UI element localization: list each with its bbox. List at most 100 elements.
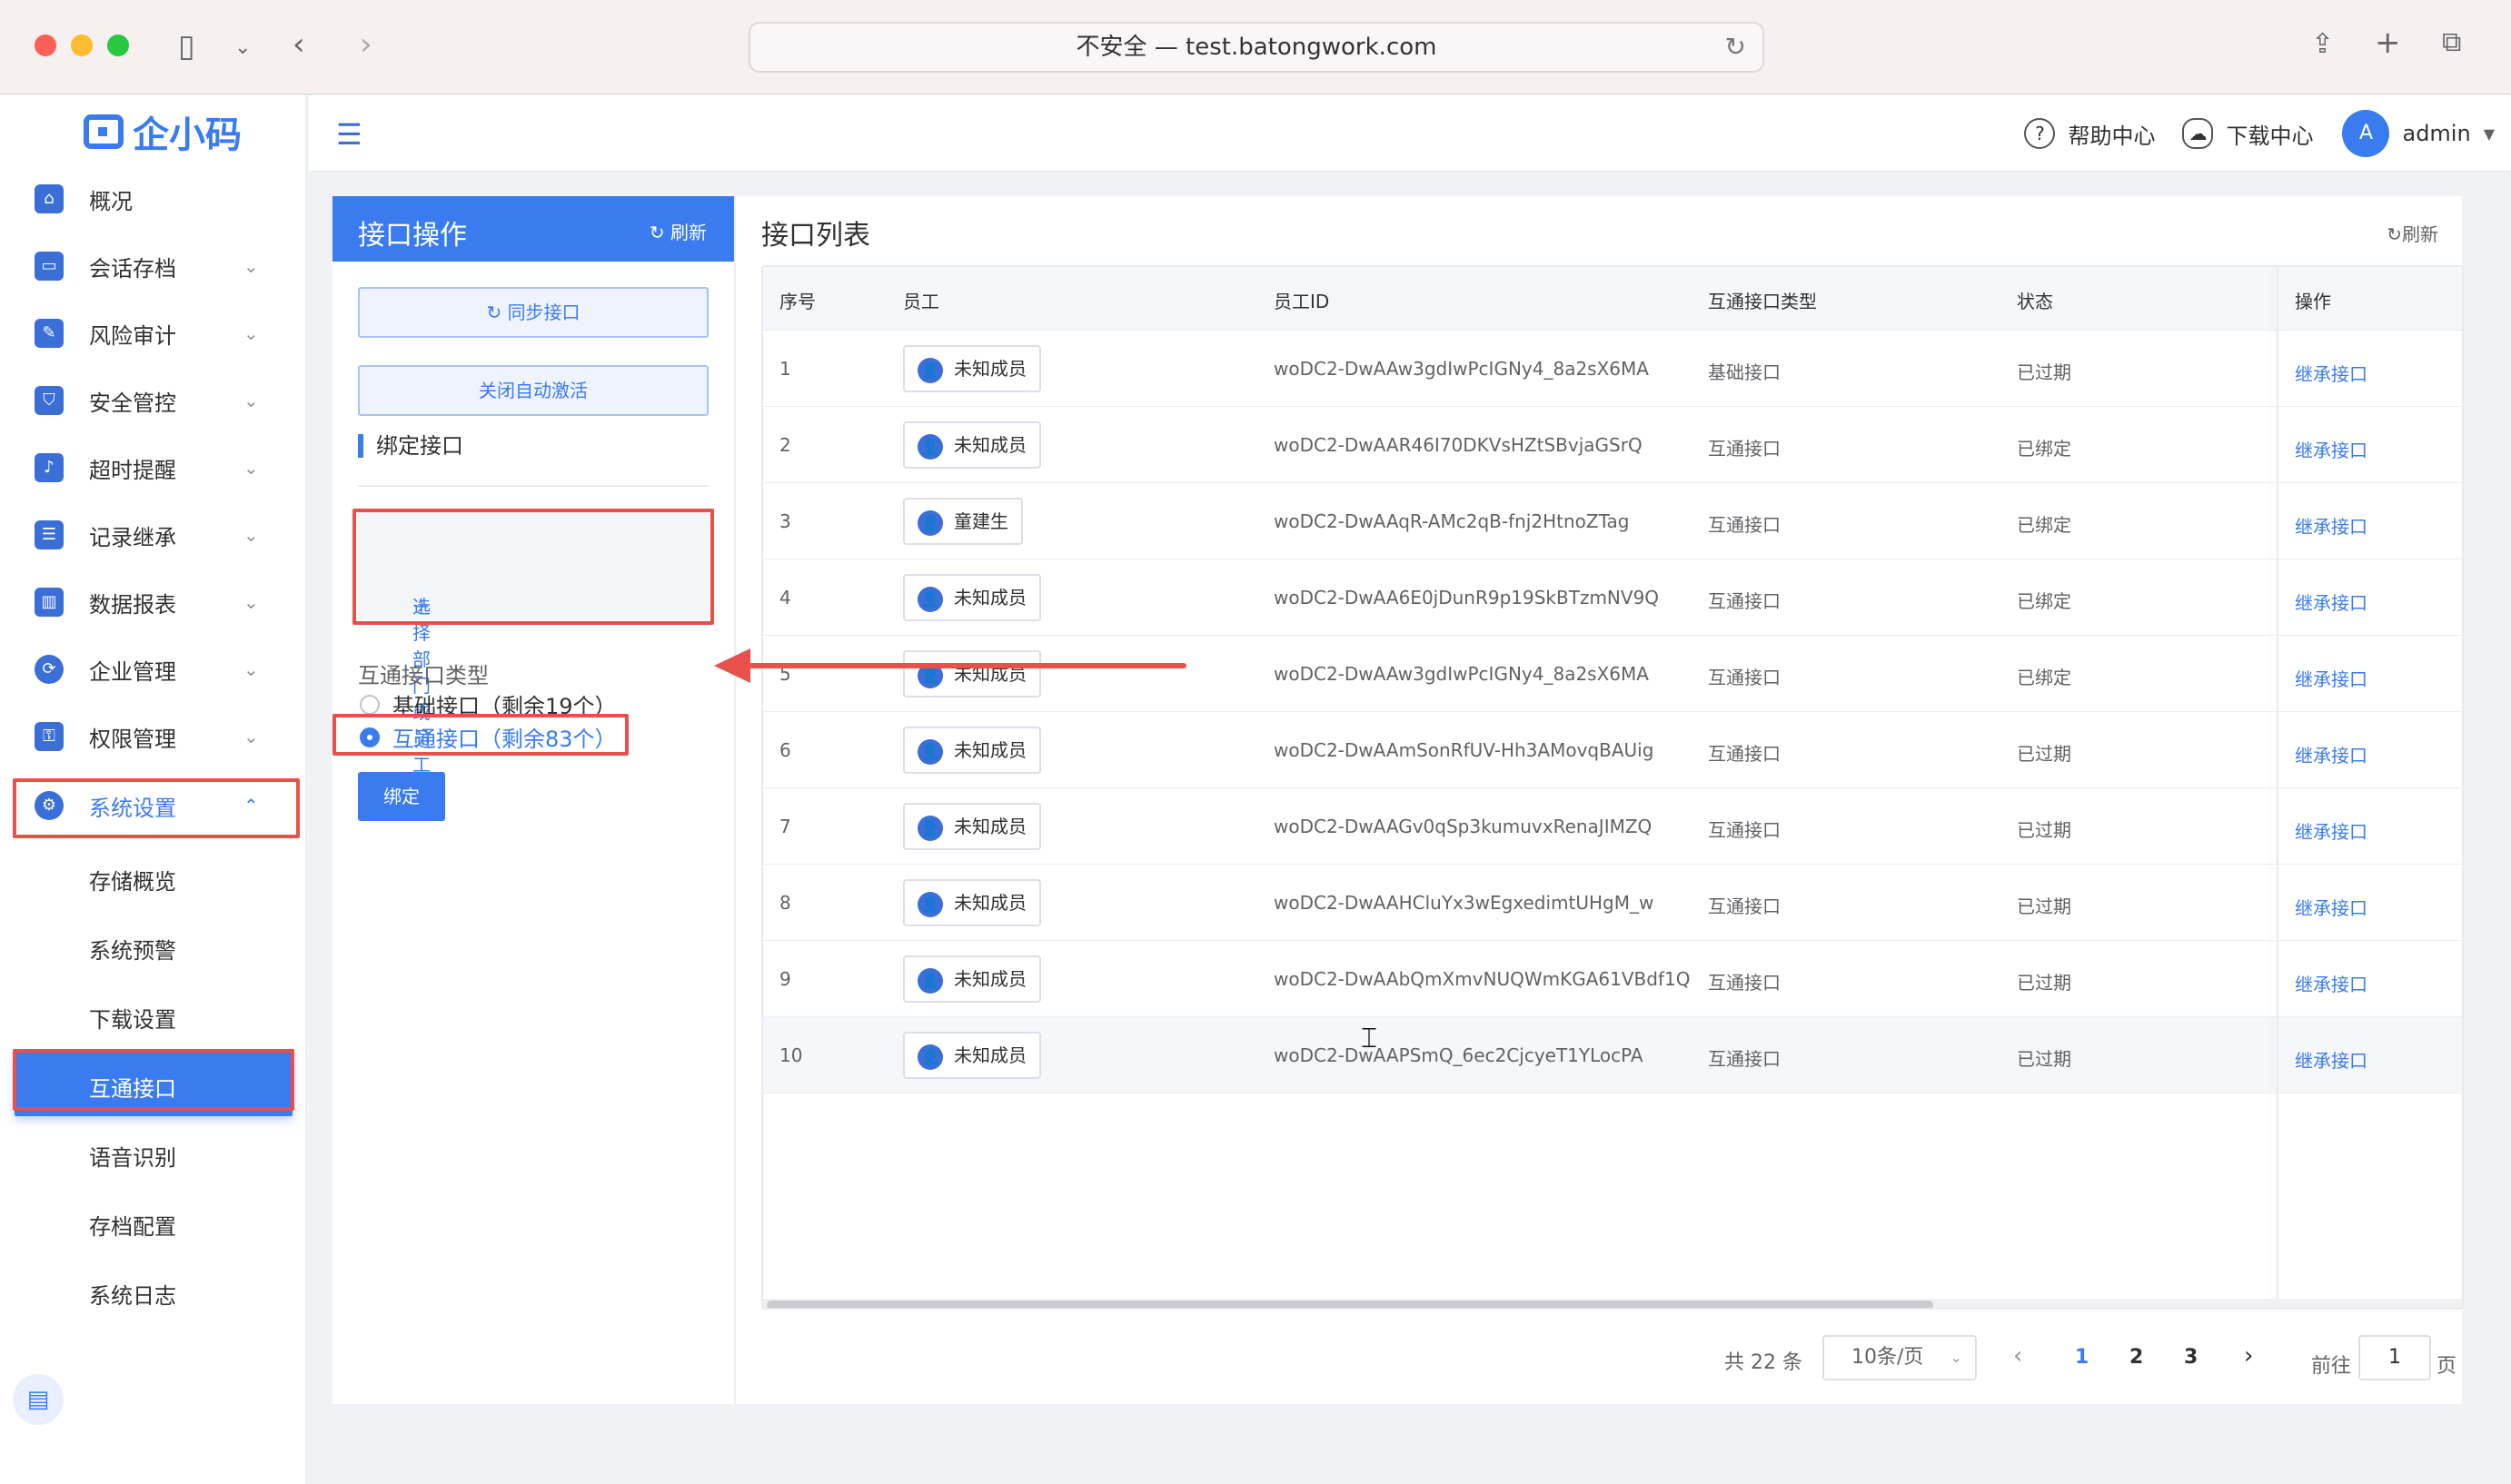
help-icon[interactable]: ? bbox=[2024, 118, 2056, 149]
page-2[interactable]: 2 bbox=[2129, 1346, 2143, 1369]
page-3[interactable]: 3 bbox=[2184, 1346, 2198, 1369]
employee-id: woDC2-DwAAHCluYx3wEgxedimtUHgM_w bbox=[1274, 892, 1654, 914]
employee-tag[interactable]: 👤 未知成员 bbox=[903, 803, 1041, 850]
inherit-interface-link[interactable]: 继承接口 bbox=[2295, 360, 2367, 386]
close-auto-activate-button[interactable]: 关闭自动激活 bbox=[358, 365, 709, 416]
table-row: 7 👤 未知成员 woDC2-DwAAGv0qSp3kumuvxRenaJIMZQ 互通… bbox=[763, 788, 2462, 865]
user-icon: 👤 bbox=[918, 1044, 943, 1070]
back-icon[interactable]: ‹ bbox=[293, 29, 305, 60]
page-size-select[interactable]: 10条/页 ⌄ bbox=[1822, 1335, 1977, 1380]
sidebar-item-security[interactable]: ⛉ 安全管控 ⌄ bbox=[0, 368, 307, 433]
address-bar[interactable]: 不安全 — test.batongwork.com ↻ bbox=[749, 22, 1764, 73]
list-refresh-button[interactable]: ↻刷新 bbox=[2387, 220, 2438, 246]
panel-title: 接口操作 bbox=[358, 220, 467, 252]
employee-tag[interactable]: 👤 未知成员 bbox=[903, 727, 1041, 774]
bind-button[interactable]: 绑定 bbox=[358, 772, 445, 821]
close-window-button[interactable] bbox=[35, 35, 56, 56]
employee-tag[interactable]: 👤 未知成员 bbox=[903, 879, 1041, 926]
sidebar-sub-archive-config[interactable]: 存档配置 bbox=[15, 1191, 293, 1254]
sidebar-toggle-icon[interactable]: ▯ bbox=[178, 31, 195, 62]
fixed-column-divider bbox=[2277, 267, 2278, 1308]
divider bbox=[358, 485, 709, 487]
horizontal-scrollbar[interactable] bbox=[763, 1299, 2462, 1308]
sidebar-item-settings[interactable]: ⚙ 系统设置 ⌃ bbox=[0, 773, 307, 838]
share-icon[interactable]: ⇪ bbox=[2311, 29, 2334, 60]
sidebar-sub-download-settings[interactable]: 下载设置 bbox=[15, 984, 293, 1047]
goto-page-input[interactable]: 1 bbox=[2358, 1335, 2431, 1380]
document-icon[interactable]: ▤ bbox=[13, 1374, 64, 1425]
employee-id: woDC2-DwAAbQmXmvNUQWmKGA61VBdf1Q bbox=[1274, 968, 1691, 990]
sidebar-item-inherit[interactable]: ☰ 记录继承 ⌄ bbox=[0, 502, 307, 568]
inherit-interface-link[interactable]: 继承接口 bbox=[2295, 665, 2367, 691]
radio-circle-checked[interactable] bbox=[360, 727, 380, 747]
employee-id: woDC2-DwAAw3gdIwPcIGNy4_8a2sX6MA bbox=[1274, 358, 1649, 380]
employee-tag[interactable]: 👤 未知成员 bbox=[903, 574, 1041, 621]
reload-icon[interactable]: ↻ bbox=[1725, 24, 1746, 71]
employee-tag[interactable]: 👤 未知成员 bbox=[903, 345, 1041, 392]
minimize-window-button[interactable] bbox=[71, 35, 93, 56]
sidebar-item-permission[interactable]: ⚿ 权限管理 ⌄ bbox=[0, 704, 307, 769]
inherit-interface-link[interactable]: 继承接口 bbox=[2295, 894, 2367, 920]
prev-page-icon[interactable]: ‹ bbox=[2013, 1342, 2022, 1370]
inherit-interface-link[interactable]: 继承接口 bbox=[2295, 817, 2367, 844]
logo-text: 企小码 bbox=[133, 114, 242, 156]
employee-tag[interactable]: 👤 未知成员 bbox=[903, 955, 1041, 1003]
employee-tag[interactable]: 👤 未知成员 bbox=[903, 650, 1041, 697]
col-no: 序号 bbox=[779, 291, 816, 312]
interface-list-panel: 接口列表 ↻刷新 序号 员工 员工ID 互通接口类型 状态 操作 1 👤 未知成员 w… bbox=[734, 196, 2464, 1404]
sidebar-item-archive[interactable]: ▭ 会话存档 ⌄ bbox=[0, 233, 307, 299]
sidebar-item-enterprise[interactable]: ⟳ 企业管理 ⌄ bbox=[0, 637, 307, 702]
sidebar-sub-system-log[interactable]: 系统日志 bbox=[15, 1260, 293, 1323]
forward-icon[interactable]: › bbox=[360, 29, 372, 60]
employee-tag[interactable]: 👤 未知成员 bbox=[903, 1032, 1041, 1079]
inherit-interface-link[interactable]: 继承接口 bbox=[2295, 1046, 2367, 1073]
sidebar-item-audit[interactable]: ✎ 风险审计 ⌄ bbox=[0, 301, 307, 366]
status: 已过期 bbox=[2017, 1048, 2071, 1070]
chevron-up-icon: ⌃ bbox=[243, 795, 259, 816]
row-no: 9 bbox=[779, 968, 791, 990]
sidebar-sub-speech-recognition[interactable]: 语音识别 bbox=[15, 1122, 293, 1185]
chevron-down-icon[interactable]: ⌄ bbox=[234, 33, 251, 64]
row-no: 3 bbox=[779, 510, 791, 532]
radio-interop-interface[interactable]: 互通接口（剩余83个） bbox=[360, 721, 617, 753]
table-row: 9 👤 未知成员 woDC2-DwAAbQmXmvNUQWmKGA61VBdf1Q 互通… bbox=[763, 941, 2462, 1017]
download-center-link[interactable]: 下载中心 bbox=[2226, 118, 2313, 150]
employee-tag[interactable]: 👤 未知成员 bbox=[903, 421, 1041, 469]
sync-interface-button[interactable]: ↻ 同步接口 bbox=[358, 287, 709, 338]
sidebar-item-timeout[interactable]: ♪ 超时提醒 ⌄ bbox=[0, 435, 307, 500]
list-title: 接口列表 bbox=[761, 220, 870, 252]
panel-header: 接口操作 ↻ 刷新 bbox=[332, 196, 734, 262]
sidebar-item-reports[interactable]: ▥ 数据报表 ⌄ bbox=[0, 569, 307, 635]
sidebar-sub-interop-api[interactable]: 互通接口 bbox=[15, 1053, 293, 1116]
sidebar-sub-storage-overview[interactable]: 存储概览 bbox=[15, 846, 293, 909]
sidebar-item-overview[interactable]: ⌂ 概况 bbox=[0, 166, 307, 232]
inherit-interface-link[interactable]: 继承接口 bbox=[2295, 436, 2367, 462]
header-actions: ? 帮助中心 ☁ 下载中心 A admin ▼ bbox=[2024, 108, 2495, 159]
radio-basic-interface[interactable]: 基础接口（剩余19个） bbox=[360, 688, 617, 720]
chevron-down-icon: ⌄ bbox=[243, 658, 259, 680]
user-name[interactable]: admin bbox=[2402, 121, 2470, 146]
inherit-interface-link[interactable]: 继承接口 bbox=[2295, 512, 2367, 539]
employee-tag[interactable]: 👤 童建生 bbox=[903, 498, 1023, 545]
cloud-download-icon[interactable]: ☁ bbox=[2182, 118, 2214, 149]
page-1[interactable]: 1 bbox=[2075, 1346, 2089, 1369]
radio-circle[interactable] bbox=[360, 694, 380, 715]
caret-down-icon[interactable]: ▼ bbox=[2484, 125, 2495, 143]
menu-collapse-icon[interactable]: ☰ bbox=[336, 117, 362, 152]
tabs-overview-icon[interactable]: ⧉ bbox=[2442, 27, 2461, 58]
zoom-window-button[interactable] bbox=[107, 35, 129, 56]
inherit-interface-link[interactable]: 继承接口 bbox=[2295, 589, 2367, 615]
scrollbar-thumb[interactable] bbox=[767, 1301, 1933, 1308]
sidebar-sub-system-alert[interactable]: 系统预警 bbox=[15, 915, 293, 978]
inherit-interface-link[interactable]: 继承接口 bbox=[2295, 741, 2367, 767]
new-tab-icon[interactable]: + bbox=[2375, 27, 2401, 58]
avatar[interactable]: A bbox=[2342, 110, 2390, 157]
next-page-icon[interactable]: › bbox=[2244, 1342, 2253, 1370]
help-center-link[interactable]: 帮助中心 bbox=[2068, 118, 2155, 150]
inherit-interface-link[interactable]: 继承接口 bbox=[2295, 970, 2367, 996]
user-icon: 👤 bbox=[918, 968, 943, 994]
logo-mark-icon bbox=[84, 114, 124, 149]
table-row: 3 👤 童建生 woDC2-DwAAqR-AMc2qB-fnj2HtnoZTag 互通接… bbox=[763, 483, 2462, 559]
select-department-or-employee[interactable]: ＋ 选择部门或员工 bbox=[358, 509, 709, 776]
panel-refresh-button[interactable]: ↻ 刷新 bbox=[650, 218, 707, 244]
